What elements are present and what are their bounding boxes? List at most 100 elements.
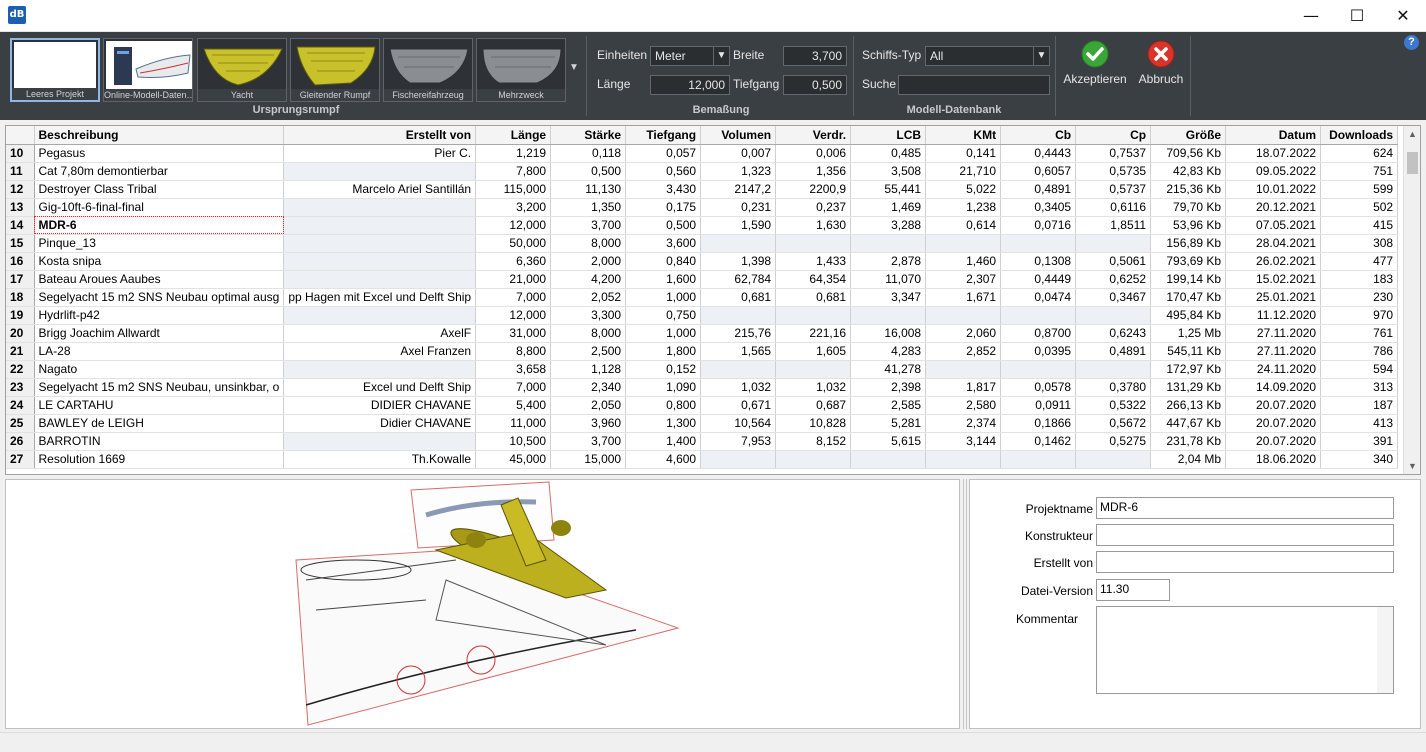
designer-label: Konstrukteur <box>1024 529 1093 543</box>
table-row[interactable]: 26 BARROTIN 10,500 3,700 1,400 7,953 8,152 5,61… <box>6 432 1399 451</box>
thumbnail-scroll-down-icon[interactable]: ▼ <box>568 62 580 74</box>
table-cell <box>283 162 477 181</box>
table-cell: 0,0395 <box>1000 342 1077 361</box>
row-number[interactable]: 19 <box>6 306 35 325</box>
column-header[interactable] <box>6 126 35 145</box>
thumb-multipurpose[interactable]: Mehrzweck <box>476 38 566 102</box>
table-row[interactable]: 24 LE CARTAHU DIDIER CHAVANE 5,400 2,050 0,80… <box>6 396 1399 415</box>
table-row[interactable]: 23 Segelyacht 15 m2 SNS Neubau, unsinkbar… <box>6 378 1399 397</box>
row-number[interactable]: 18 <box>6 288 35 307</box>
comment-textarea[interactable] <box>1096 606 1394 694</box>
column-header[interactable]: Tiefgang <box>625 126 702 145</box>
table-row[interactable]: 17 Bateau Aroues Aaubes 21,000 4,200 1,600 62… <box>6 270 1399 289</box>
table-cell: 340 <box>1320 450 1399 469</box>
table-row[interactable]: 27 Resolution 1669 Th.Kowalle 45,000 15,000 4… <box>6 450 1399 469</box>
column-header[interactable]: Cb <box>1000 126 1077 145</box>
table-cell: 0,840 <box>625 252 702 271</box>
thumb-yacht[interactable]: Yacht <box>197 38 287 102</box>
table-row[interactable]: 18 Segelyacht 15 m2 SNS Neubau optimal au… <box>6 288 1399 307</box>
table-row[interactable]: 10 Pegasus Pier C. 1,219 0,118 0,057 0,007 0,00… <box>6 144 1399 163</box>
row-number[interactable]: 15 <box>6 234 35 253</box>
table-row[interactable]: 16 Kosta snipa 6,360 2,000 0,840 1,398 1,433 2,… <box>6 252 1399 271</box>
minimize-button[interactable]: — <box>1288 0 1334 31</box>
table-cell: 0,6057 <box>1000 162 1077 181</box>
table-cell: Cat 7,80m demontierbar <box>34 162 285 181</box>
table-row[interactable]: 12 Destroyer Class Tribal Marcelo Ariel Sa… <box>6 180 1399 199</box>
close-window-button[interactable]: ✕ <box>1380 0 1426 31</box>
column-header[interactable]: Downloads <box>1320 126 1399 145</box>
chevron-down-icon: ▼ <box>713 47 729 65</box>
column-header[interactable]: Größe <box>1150 126 1227 145</box>
table-row[interactable]: 19 Hydrlift-p42 12,000 3,300 0,750 495,84 Kb 1… <box>6 306 1399 325</box>
column-header[interactable]: Cp <box>1075 126 1152 145</box>
table-row[interactable]: 11 Cat 7,80m demontierbar 7,800 0,500 0,560 1… <box>6 162 1399 181</box>
column-header[interactable]: KMt <box>925 126 1002 145</box>
table-cell: 5,615 <box>850 432 927 451</box>
table-cell: 15.02.2021 <box>1225 270 1322 289</box>
table-row[interactable]: 14 MDR-6 12,000 3,700 0,500 1,590 1,630 3,288 0,… <box>6 216 1399 235</box>
comment-scrollbar[interactable] <box>1377 607 1393 693</box>
table-header-row: Beschreibung Erstellt von Länge Stärke Tiefg… <box>6 126 1399 145</box>
accept-button[interactable]: Akzeptieren <box>1062 38 1128 98</box>
row-number[interactable]: 23 <box>6 378 35 397</box>
table-row[interactable]: 15 Pinque_13 50,000 8,000 3,600 156,89 Kb 28.0… <box>6 234 1399 253</box>
table-row[interactable]: 25 BAWLEY de LEIGH Didier CHAVANE 11,000 3,9… <box>6 414 1399 433</box>
table-cell <box>775 450 852 469</box>
length-input[interactable]: 12,000 <box>650 75 730 95</box>
row-number[interactable]: 11 <box>6 162 35 181</box>
thumb-fishing-vessel[interactable]: Fischereifahrzeug <box>383 38 473 102</box>
column-header[interactable]: Erstellt von <box>283 126 477 145</box>
created-by-field[interactable] <box>1096 551 1394 573</box>
search-input[interactable] <box>898 75 1050 95</box>
table-row[interactable]: 22 Nagato 3,658 1,128 0,152 41,278 172,97 Kb 24… <box>6 360 1399 379</box>
row-number[interactable]: 17 <box>6 270 35 289</box>
created-by-label: Erstellt von <box>1033 556 1093 570</box>
column-header[interactable]: Länge <box>475 126 552 145</box>
column-header[interactable]: LCB <box>850 126 927 145</box>
scroll-up-icon[interactable]: ▲ <box>1404 126 1420 142</box>
help-icon[interactable]: ? <box>1404 35 1419 50</box>
row-number[interactable]: 12 <box>6 180 35 199</box>
cancel-label: Abbruch <box>1138 72 1184 86</box>
designer-field[interactable] <box>1096 524 1394 546</box>
row-number[interactable]: 21 <box>6 342 35 361</box>
table-row[interactable]: 21 LA-28 Axel Franzen 8,800 2,500 1,800 1,565 1… <box>6 342 1399 361</box>
row-number[interactable]: 13 <box>6 198 35 217</box>
thumb-empty-project[interactable]: Leeres Projekt <box>10 38 100 102</box>
table-cell: 0,0474 <box>1000 288 1077 307</box>
table-vertical-scrollbar[interactable]: ▲ ▼ <box>1403 126 1420 474</box>
table-cell: 6,360 <box>475 252 552 271</box>
thumb-planing-hull[interactable]: Gleitender Rumpf <box>290 38 380 102</box>
row-number[interactable]: 24 <box>6 396 35 415</box>
row-number[interactable]: 16 <box>6 252 35 271</box>
row-number[interactable]: 20 <box>6 324 35 343</box>
panel-splitter[interactable] <box>963 479 967 729</box>
row-number[interactable]: 26 <box>6 432 35 451</box>
width-input[interactable]: 3,700 <box>783 46 847 66</box>
draft-input[interactable]: 0,500 <box>783 75 847 95</box>
column-header[interactable]: Datum <box>1225 126 1322 145</box>
file-version-field[interactable]: 11.30 <box>1096 579 1170 601</box>
row-number[interactable]: 25 <box>6 414 35 433</box>
table-cell: 0,4891 <box>1075 342 1152 361</box>
table-cell: 0,800 <box>625 396 702 415</box>
maximize-button[interactable]: ☐ <box>1334 0 1380 31</box>
row-number[interactable]: 27 <box>6 450 35 469</box>
column-header[interactable]: Verdr. <box>775 126 852 145</box>
row-number[interactable]: 14 <box>6 216 35 235</box>
thumb-online-model-database[interactable]: Online-Modell-Daten… <box>103 38 193 102</box>
cancel-button[interactable]: Abbruch <box>1128 38 1194 98</box>
row-number[interactable]: 10 <box>6 144 35 163</box>
ship-type-select[interactable]: All ▼ <box>925 46 1050 66</box>
row-number[interactable]: 22 <box>6 360 35 379</box>
column-header[interactable]: Stärke <box>550 126 627 145</box>
table-row[interactable]: 20 Brigg Joachim Allwardt AxelF 31,000 8,000… <box>6 324 1399 343</box>
table-row[interactable]: 13 Gig-10ft-6-final-final 3,200 1,350 0,175 0… <box>6 198 1399 217</box>
scrollbar-thumb[interactable] <box>1407 152 1418 174</box>
table-cell <box>925 234 1002 253</box>
project-name-field[interactable]: MDR-6 <box>1096 497 1394 519</box>
column-header[interactable]: Volumen <box>700 126 777 145</box>
column-header[interactable]: Beschreibung <box>34 126 285 145</box>
scroll-down-icon[interactable]: ▼ <box>1404 458 1420 474</box>
units-select[interactable]: Meter ▼ <box>650 46 730 66</box>
